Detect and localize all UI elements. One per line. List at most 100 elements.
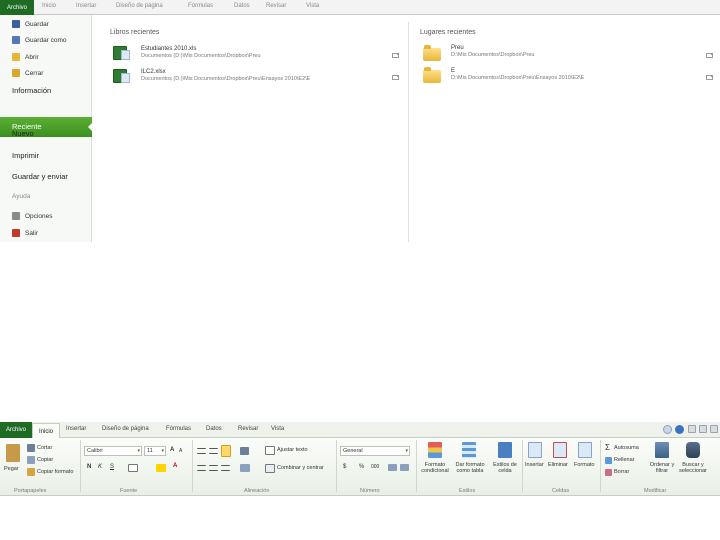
menu-save-as[interactable]: Guardar como <box>0 33 92 47</box>
fill-color-icon[interactable] <box>156 464 166 472</box>
align-left-icon[interactable] <box>197 465 206 471</box>
align-bottom-icon[interactable] <box>221 445 231 457</box>
tab-formulas[interactable]: Fórmulas <box>188 3 213 9</box>
underline-button[interactable]: S <box>110 464 114 470</box>
menu-options[interactable]: Opciones <box>0 209 92 223</box>
bold-button[interactable]: N <box>87 464 91 470</box>
clear-button[interactable]: Borrar <box>614 469 629 475</box>
delete-cells-button[interactable]: Eliminar <box>548 462 568 468</box>
menu-help[interactable]: Ayuda <box>12 193 30 200</box>
font-size-select[interactable]: 11 <box>144 446 166 456</box>
shrink-font-icon[interactable]: A <box>179 448 182 454</box>
increase-decimal-icon[interactable] <box>388 464 397 471</box>
tab-page-layout[interactable]: Diseño de página <box>116 3 163 9</box>
align-middle-icon[interactable] <box>209 448 218 454</box>
tab-file[interactable]: Archivo <box>0 0 34 15</box>
clear-icon[interactable] <box>605 469 612 476</box>
grow-font-icon[interactable]: A <box>170 447 174 453</box>
align-top-icon[interactable] <box>197 448 206 454</box>
font-color-icon[interactable]: A <box>173 463 177 469</box>
wrap-text-button[interactable]: Ajustar texto <box>277 447 308 453</box>
italic-button[interactable]: K <box>98 464 102 470</box>
menu-save-send[interactable]: Guardar y enviar <box>12 172 68 181</box>
paste-button[interactable]: Pegar <box>4 466 19 472</box>
close-window-icon[interactable] <box>710 425 718 433</box>
insert-cells-icon[interactable] <box>528 442 542 458</box>
orientation-icon[interactable] <box>240 447 249 455</box>
tab-review[interactable]: Revisar <box>238 426 258 432</box>
tab-home[interactable]: Inicio <box>32 423 60 439</box>
borders-icon[interactable] <box>128 464 138 472</box>
tab-home[interactable]: Inicio <box>42 3 56 9</box>
tab-data[interactable]: Datos <box>206 426 222 432</box>
tab-formulas[interactable]: Fórmulas <box>166 426 191 432</box>
cut-icon[interactable] <box>27 444 35 452</box>
tab-page-layout[interactable]: Diseño de página <box>102 426 149 432</box>
format-cells-icon[interactable] <box>578 442 592 458</box>
tab-view[interactable]: Vista <box>271 426 284 432</box>
conditional-format-button[interactable]: Formato condicional <box>419 462 451 474</box>
tab-insert[interactable]: Insertar <box>66 426 86 432</box>
cell-styles-icon[interactable] <box>498 442 512 458</box>
menu-exit[interactable]: Salir <box>0 226 92 240</box>
tab-view[interactable]: Vista <box>306 3 319 9</box>
tab-file[interactable]: Archivo <box>0 422 32 438</box>
pin-icon[interactable] <box>392 74 399 80</box>
minimize-window-icon[interactable] <box>688 425 696 433</box>
fill-icon[interactable] <box>605 457 612 464</box>
menu-info[interactable]: Información <box>12 86 51 95</box>
menu-new[interactable]: Nuevo <box>12 129 34 138</box>
decrease-decimal-icon[interactable] <box>400 464 409 471</box>
format-painter-icon[interactable] <box>27 468 35 476</box>
tab-insert[interactable]: Insertar <box>76 3 96 9</box>
menu-open[interactable]: Abrir <box>0 50 92 64</box>
pin-icon[interactable] <box>706 52 713 58</box>
format-cells-button[interactable]: Formato <box>574 462 594 468</box>
conditional-format-icon[interactable] <box>428 442 442 458</box>
minimize-ribbon-icon[interactable] <box>663 425 672 434</box>
percent-button[interactable]: % <box>359 464 364 470</box>
autosum-icon[interactable]: Σ <box>605 443 610 452</box>
indent-icon[interactable] <box>240 464 250 472</box>
insert-cells-button[interactable]: Insertar <box>525 462 544 468</box>
pin-icon[interactable] <box>392 52 399 58</box>
format-painter-button[interactable]: Copiar formato <box>37 469 73 475</box>
recent-places-title: Lugares recientes <box>420 29 476 36</box>
align-right-icon[interactable] <box>221 465 230 471</box>
merge-center-button[interactable]: Combinar y centrar <box>277 465 324 471</box>
excel-file-icon <box>113 46 130 60</box>
sort-filter-icon[interactable] <box>655 442 669 458</box>
delete-cells-icon[interactable] <box>553 442 567 458</box>
menu-close[interactable]: Cerrar <box>0 66 92 80</box>
format-as-table-icon[interactable] <box>462 442 476 458</box>
help-icon[interactable] <box>675 425 684 434</box>
cut-button[interactable]: Cortar <box>37 445 52 451</box>
find-select-button[interactable]: Buscar y seleccionar <box>676 462 710 474</box>
wrap-text-icon[interactable] <box>265 446 275 455</box>
autosum-button[interactable]: Autosuma <box>614 445 639 451</box>
paste-icon[interactable] <box>6 444 20 462</box>
menu-print[interactable]: Imprimir <box>12 151 39 160</box>
find-select-icon[interactable] <box>686 442 700 458</box>
copy-button[interactable]: Copiar <box>37 457 53 463</box>
recent-place-1[interactable]: Preu D:\Mis Documentos\Dropbox\Preu <box>451 45 534 58</box>
format-as-table-button[interactable]: Dar formato como tabla <box>453 462 487 474</box>
font-name-select[interactable]: Calibri <box>84 446 142 456</box>
currency-button[interactable]: $ <box>343 464 346 470</box>
merge-center-icon[interactable] <box>265 464 275 473</box>
menu-save[interactable]: Guardar <box>0 17 92 31</box>
recent-place-2[interactable]: E D:\Mis Documentos\Dropbox\Preu\Ensayos… <box>451 68 584 81</box>
tab-data[interactable]: Datos <box>234 3 250 9</box>
recent-book-2[interactable]: ILC2.xlsx Documentos (D:)\Mis Documentos… <box>141 69 310 82</box>
align-center-icon[interactable] <box>209 465 218 471</box>
recent-book-1[interactable]: Estudiantes 2010.xls Documentos (D:)\Mis… <box>141 46 261 59</box>
fill-button[interactable]: Rellenar <box>614 457 634 463</box>
copy-icon[interactable] <box>27 456 35 464</box>
pin-icon[interactable] <box>706 74 713 80</box>
cell-styles-button[interactable]: Estilos de celda <box>491 462 519 474</box>
tab-review[interactable]: Revisar <box>266 3 286 9</box>
sort-filter-button[interactable]: Ordenar y filtrar <box>648 462 676 474</box>
restore-window-icon[interactable] <box>699 425 707 433</box>
thousands-button[interactable]: 000 <box>371 464 379 470</box>
number-format-select[interactable]: General <box>340 446 410 456</box>
